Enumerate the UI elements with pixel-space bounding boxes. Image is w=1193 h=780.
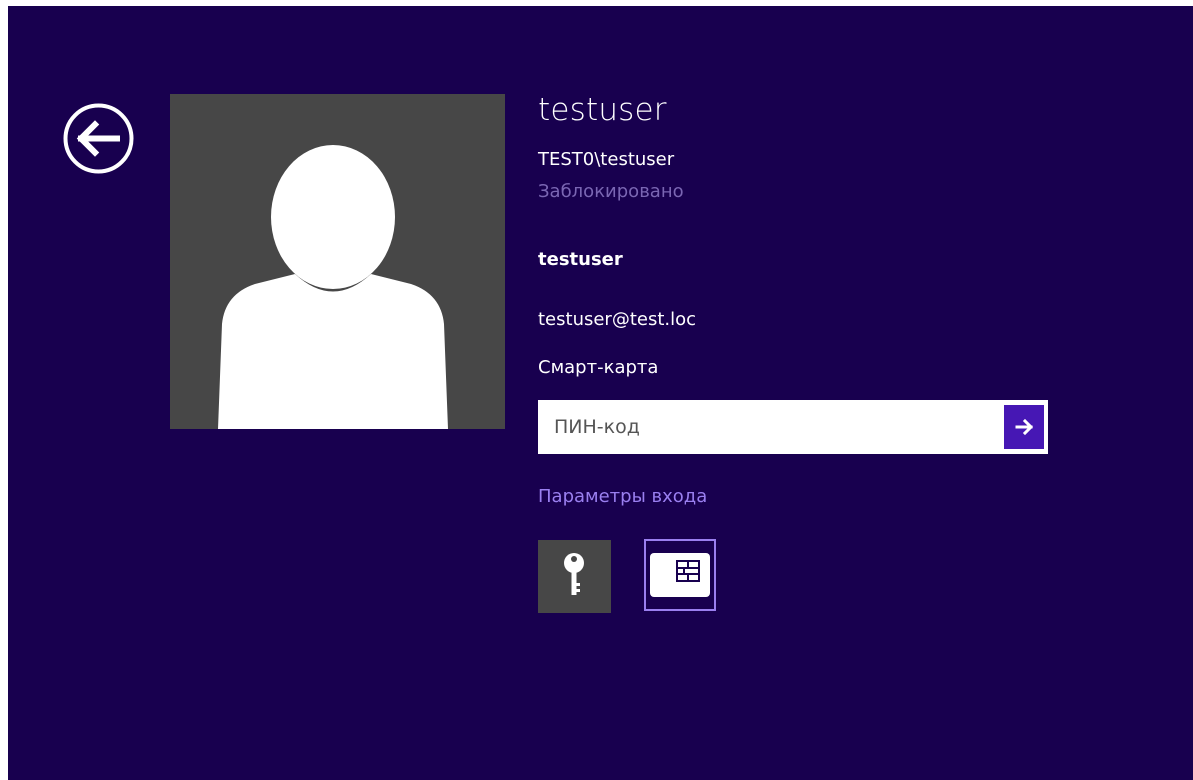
lock-screen: testuser TEST0\testuser Заблокировано te…: [8, 6, 1193, 780]
certificate-name: testuser: [538, 249, 623, 270]
sign-in-options-link[interactable]: Параметры входа: [538, 486, 707, 507]
credential-type-label: Смарт-карта: [538, 357, 659, 378]
user-avatar: [170, 94, 505, 429]
password-option-tile[interactable]: [538, 540, 611, 613]
smartcard-icon: [650, 553, 710, 597]
certificate-email: testuser@test.loc: [538, 309, 697, 330]
person-silhouette-icon: [218, 145, 448, 429]
pin-field-container: [538, 400, 1048, 454]
smartcard-option-tile[interactable]: [644, 539, 716, 611]
account-name: TEST0\testuser: [538, 149, 675, 170]
user-display-name: testuser: [538, 92, 667, 128]
back-button[interactable]: [61, 101, 136, 176]
submit-button[interactable]: [1004, 405, 1044, 449]
back-arrow-icon: [63, 103, 134, 174]
pin-input[interactable]: [548, 408, 994, 446]
right-arrow-icon: [1015, 418, 1034, 436]
lock-status: Заблокировано: [538, 181, 684, 202]
key-icon: [564, 553, 584, 595]
